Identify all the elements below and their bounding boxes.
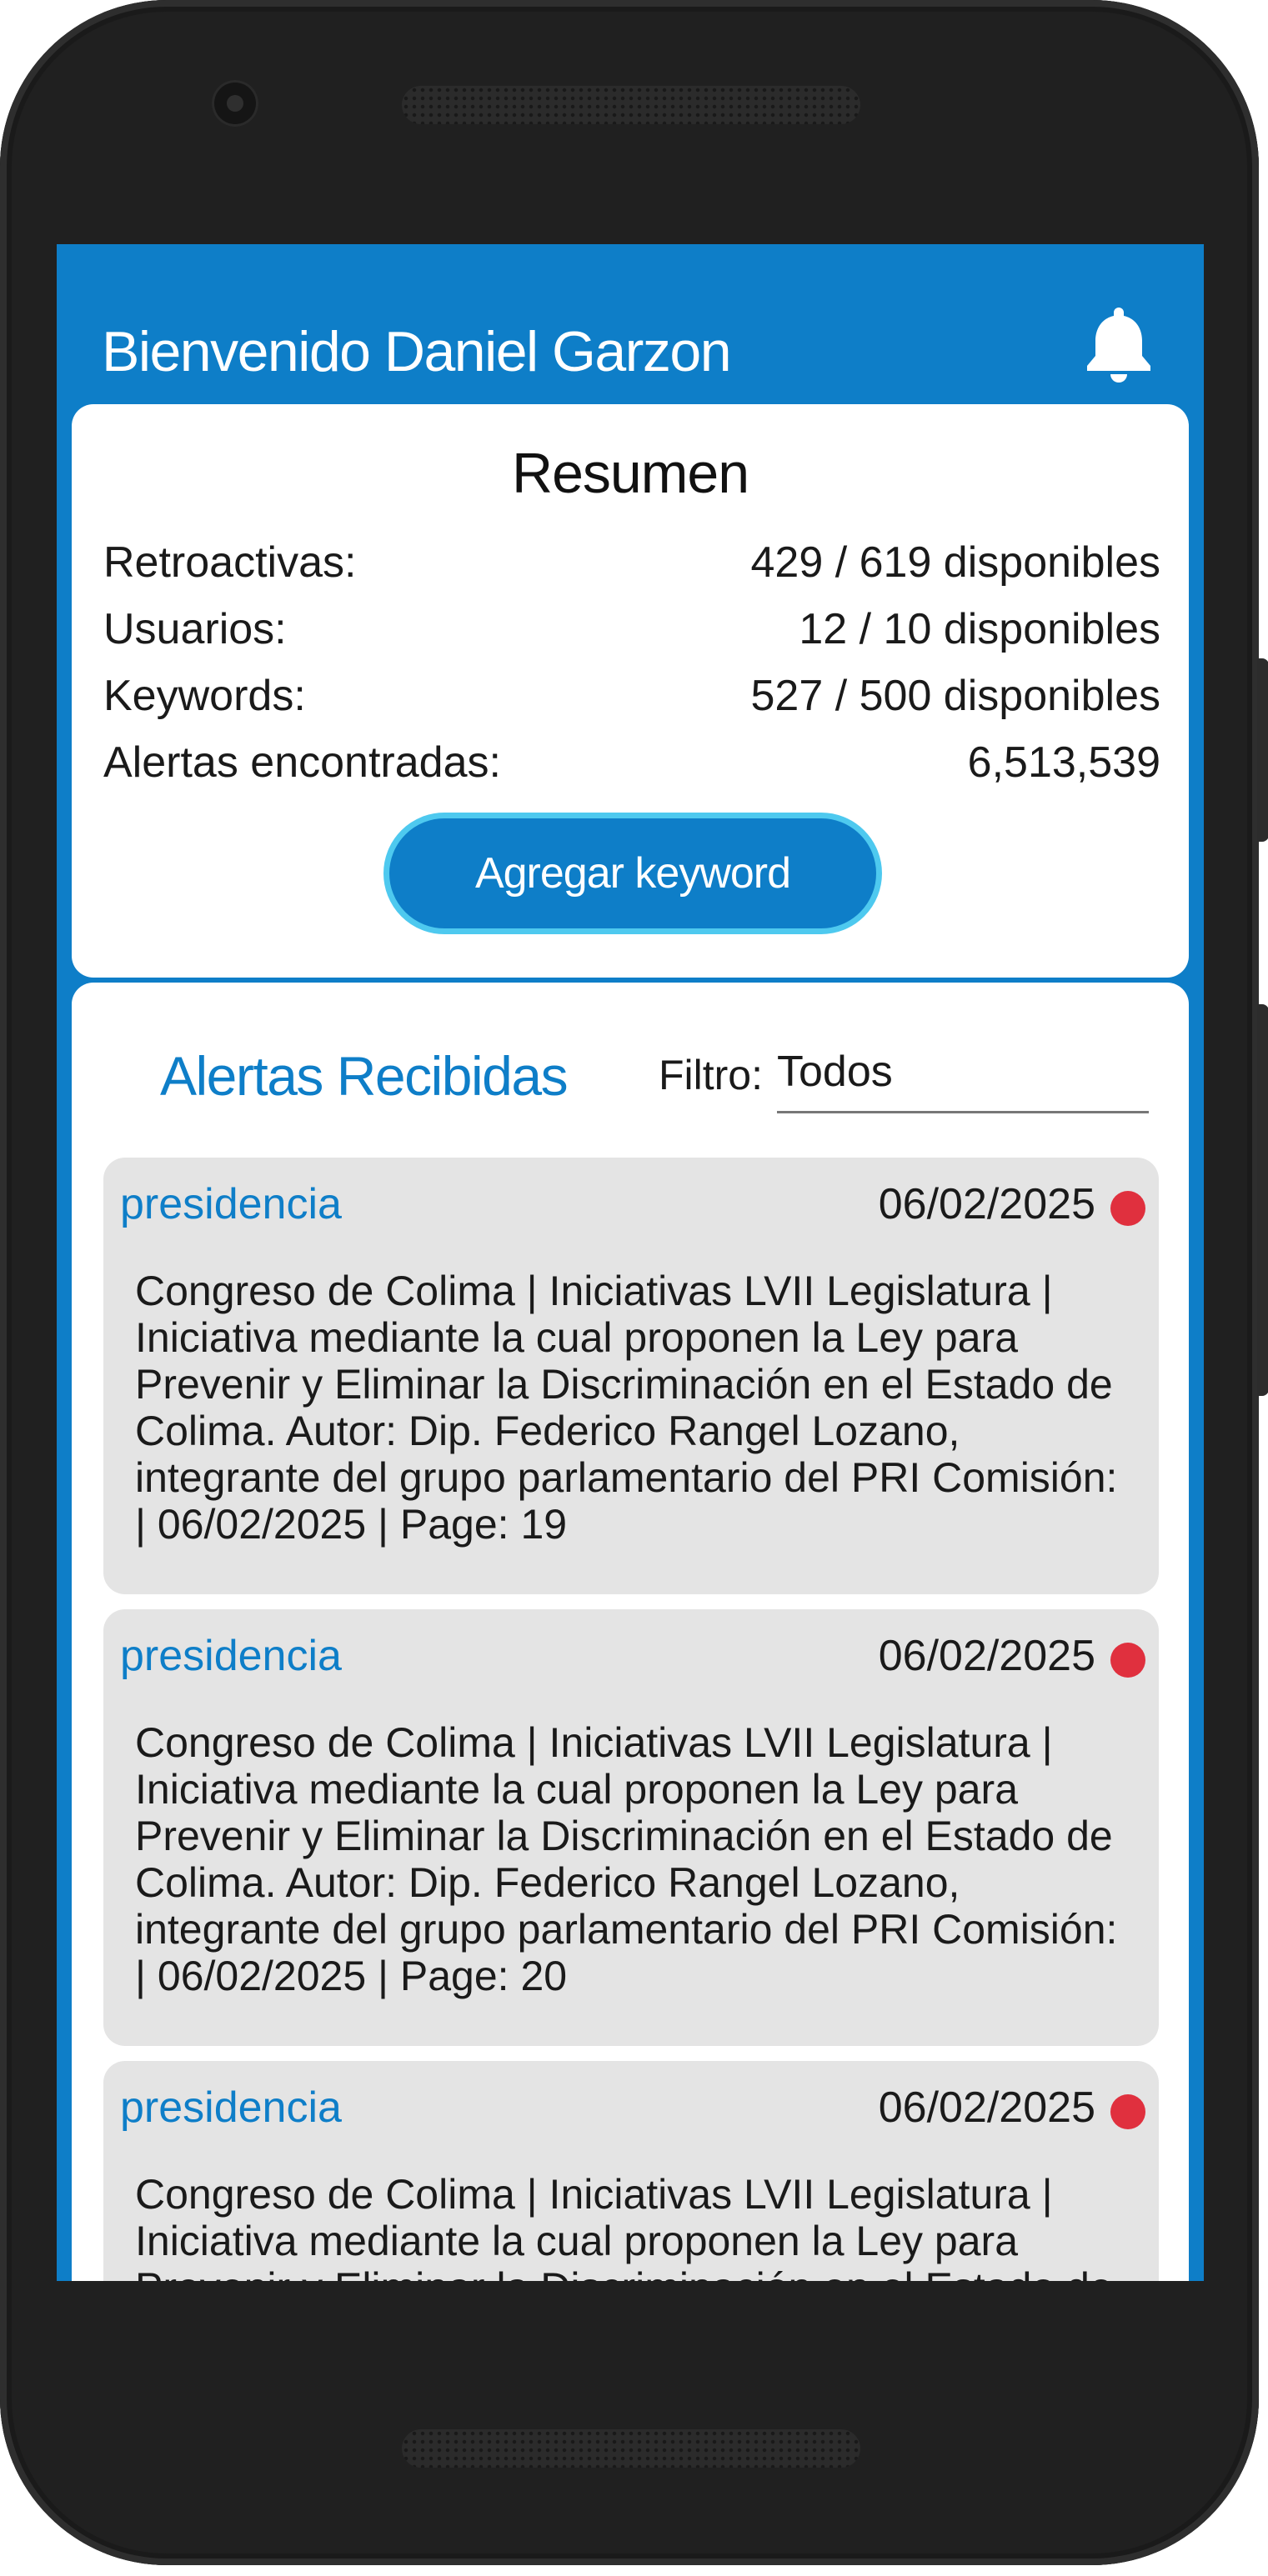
bell-icon[interactable] (1084, 304, 1154, 384)
welcome-title: Bienvenido Daniel Garzon (102, 320, 732, 383)
front-camera (212, 80, 258, 127)
stat-label: Keywords: (103, 672, 306, 720)
filter-select[interactable]: Todos (777, 1044, 1149, 1113)
app-screen: Bienvenido Daniel Garzon Resumen Retroac… (57, 244, 1204, 2281)
alert-item[interactable]: presidencia 06/02/2025 Congreso de Colim… (103, 1609, 1159, 2046)
stat-usuarios: Usuarios: 12 / 10 disponibles (103, 604, 1160, 663)
filter-label: Filtro: (659, 1052, 763, 1098)
alert-item[interactable]: presidencia 06/02/2025 Congreso de Colim… (103, 2061, 1159, 2281)
stat-value: 527 / 500 disponibles (750, 672, 1161, 720)
stat-label: Retroactivas: (103, 538, 357, 587)
alert-text: Congreso de Colima | Iniciativas LVII Le… (135, 1268, 1118, 1548)
stat-value: 12 / 10 disponibles (799, 605, 1160, 653)
alert-date: 06/02/2025 (878, 2083, 1095, 2132)
alert-text: Congreso de Colima | Iniciativas LVII Le… (135, 1719, 1118, 1999)
alerts-title: Alertas Recibidas (160, 1045, 569, 1107)
unread-dot-icon (1110, 1191, 1145, 1226)
stat-value: 6,513,539 (967, 738, 1160, 787)
alert-date: 06/02/2025 (878, 1632, 1095, 1680)
alert-text: Congreso de Colima | Iniciativas LVII Le… (135, 2171, 1113, 2281)
alert-keyword: presidencia (120, 1632, 342, 1680)
unread-dot-icon (1110, 2094, 1145, 2129)
stat-keywords: Keywords: 527 / 500 disponibles (103, 671, 1160, 729)
phone-frame: Bienvenido Daniel Garzon Resumen Retroac… (0, 0, 1259, 2565)
power-button (1257, 1004, 1268, 1396)
alert-item[interactable]: presidencia 06/02/2025 Congreso de Colim… (103, 1158, 1159, 1594)
alert-keyword: presidencia (120, 2083, 342, 2132)
stat-retroactivas: Retroactivas: 429 / 619 disponibles (103, 538, 1160, 596)
summary-title: Resumen (511, 442, 749, 505)
volume-button (1257, 658, 1268, 842)
earpiece-speaker (402, 86, 860, 124)
summary-card: Resumen Retroactivas: 429 / 619 disponib… (72, 404, 1189, 978)
bottom-speaker (402, 2429, 860, 2468)
alerts-card: Alertas Recibidas Filtro: Todos presiden… (72, 983, 1189, 2281)
alert-keyword: presidencia (120, 1180, 342, 1228)
stat-value: 429 / 619 disponibles (750, 538, 1161, 587)
add-keyword-button[interactable]: Agregar keyword (383, 813, 882, 934)
stat-label: Alertas encontradas: (103, 738, 501, 787)
stat-label: Usuarios: (103, 605, 287, 653)
app-header: Bienvenido Daniel Garzon (57, 244, 1204, 403)
stat-alertas-encontradas: Alertas encontradas: 6,513,539 (103, 738, 1160, 796)
alert-date: 06/02/2025 (878, 1180, 1095, 1228)
unread-dot-icon (1110, 1643, 1145, 1678)
